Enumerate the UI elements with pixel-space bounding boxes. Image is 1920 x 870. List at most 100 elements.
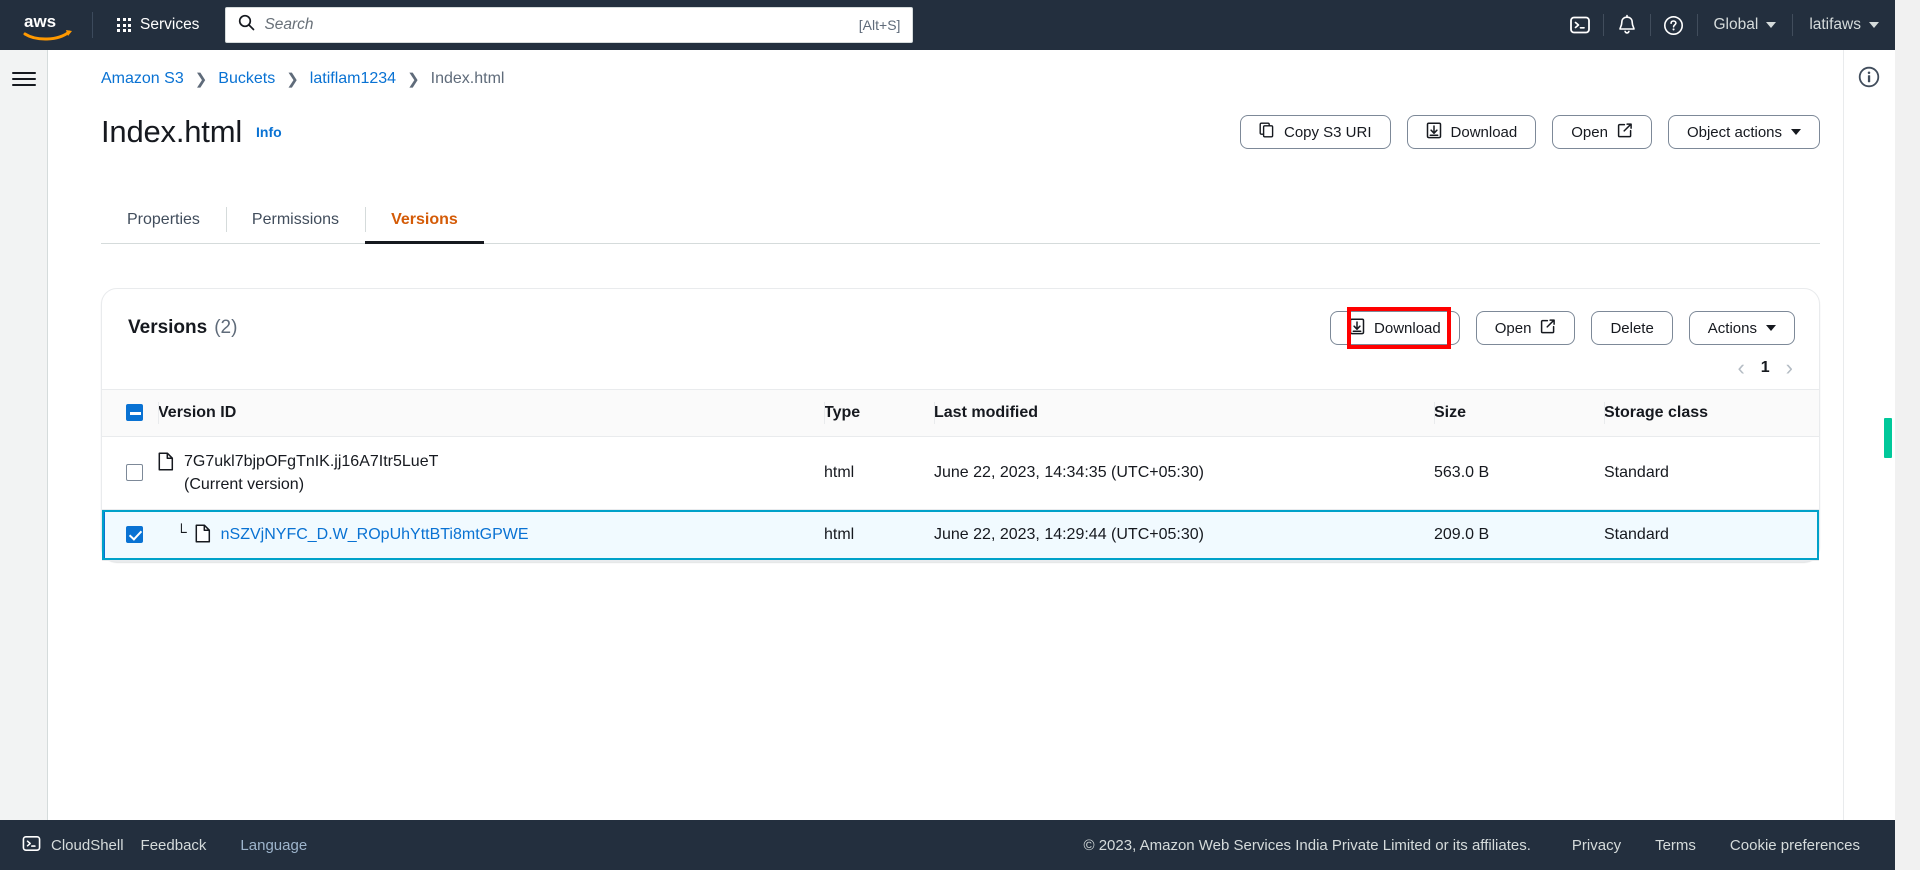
open-button[interactable]: Open [1552,115,1652,149]
column-header-storage-class[interactable]: Storage class [1604,389,1819,437]
hamburger-menu-icon[interactable] [12,68,36,90]
tab-permissions-label: Permissions [251,210,340,228]
grid-icon [117,18,131,32]
versions-actions-label: Actions [1707,319,1757,337]
cloudshell-icon[interactable] [1557,0,1603,50]
versions-count: (2) [214,317,238,338]
cloudshell-button[interactable]: CloudShell [18,834,124,857]
versions-table: Version ID Type Last modified Size Stora… [102,389,1819,561]
tab-properties[interactable]: Properties [101,196,226,243]
object-actions-label: Object actions [1686,123,1782,141]
cookie-preferences-link[interactable]: Cookie preferences [1713,837,1877,854]
versions-table-header: Version ID Type Last modified Size Stora… [102,389,1819,437]
global-search-box[interactable]: [Alt+S] [225,7,914,43]
services-label: Services [140,16,200,33]
versions-actions-button[interactable]: Actions [1688,311,1795,345]
search-icon [238,14,255,36]
external-link-icon [1617,122,1633,142]
row-last-modified-cell: June 22, 2023, 14:29:44 (UTC+05:30) [934,509,1434,561]
tab-permissions[interactable]: Permissions [225,196,365,243]
download-button[interactable]: Download [1406,115,1537,149]
row-size-cell: 209.0 B [1434,509,1604,561]
column-header-last-modified[interactable]: Last modified [934,389,1434,437]
page-footer: CloudShell Feedback Language © 2023, Ama… [0,820,1895,870]
row-last-modified-cell: June 22, 2023, 14:34:35 (UTC+05:30) [934,436,1434,511]
chevron-down-icon [1869,22,1879,28]
region-selector[interactable]: Global [1698,0,1793,50]
versions-delete-button[interactable]: Delete [1591,311,1673,345]
breadcrumb-item-amazon-s3[interactable]: Amazon S3 [101,70,184,88]
row-checkbox[interactable] [126,464,143,482]
copy-s3-uri-label: Copy S3 URI [1283,123,1372,141]
search-shortcut-hint: [Alt+S] [858,17,901,33]
row-select-cell [102,436,158,511]
version-id-link[interactable]: nSZVjNYFC_D.W_ROpUhYttBTi8mtGPWE [221,526,529,543]
external-link-icon [1540,318,1556,338]
versions-download-label: Download [1374,319,1441,337]
page-scrollbar[interactable] [1895,0,1920,870]
breadcrumb: Amazon S3 ❯ Buckets ❯ latiflam1234 ❯ Ind… [49,50,1842,88]
versions-action-buttons: Download Open Delete Actions [1330,307,1795,349]
pagination-current-page[interactable]: 1 [1761,359,1770,377]
file-icon [195,523,211,543]
chevron-down-icon [1766,22,1777,28]
feedback-link[interactable]: Feedback [124,837,224,854]
object-actions-button[interactable]: Object actions [1667,115,1820,149]
tab-properties-label: Properties [127,210,200,228]
bell-icon[interactable] [1604,0,1650,50]
account-label: latifaws [1809,16,1861,33]
versions-card-header: Versions (2) Download Open Delete Action… [102,289,1819,349]
copy-s3-uri-button[interactable]: Copy S3 URI [1239,115,1391,149]
footer-right-links: © 2023, Amazon Web Services India Privat… [1084,837,1896,854]
file-icon [158,450,174,471]
breadcrumb-separator-icon: ❯ [194,71,208,88]
table-row[interactable]: 7G7ukl7bjpOFgTnIK.jj16A7Itr5LueT (Curren… [102,436,1819,511]
region-label: Global [1713,16,1759,33]
breadcrumb-item-buckets[interactable]: Buckets [218,70,275,88]
info-icon[interactable] [1856,64,1882,90]
language-link[interactable]: Language [223,837,324,854]
pagination-prev-button[interactable]: ‹ [1737,357,1744,379]
table-row[interactable]: └ nSZVjNYFC_D.W_ROpUhYttBTi8mtGPWE html … [102,509,1819,561]
versions-card: Versions (2) Download Open Delete Action… [101,288,1820,562]
versions-open-button[interactable]: Open [1475,311,1576,345]
left-navigation-rail [0,50,48,820]
scroll-position-marker [1884,418,1892,458]
column-header-size[interactable]: Size [1434,389,1604,437]
column-header-version-id[interactable]: Version ID [158,389,824,437]
info-link[interactable]: Info [256,124,282,140]
download-icon [1349,317,1365,339]
tab-versions[interactable]: Versions [365,196,484,244]
services-menu-button[interactable]: Services [107,10,209,40]
select-all-checkbox[interactable] [126,404,143,422]
nav-right-cluster: Global latifaws [1557,0,1896,50]
terms-link[interactable]: Terms [1638,837,1713,854]
chevron-down-icon [1791,129,1801,135]
question-circle-icon[interactable] [1651,0,1697,50]
account-menu[interactable]: latifaws [1793,0,1895,50]
global-navigation-bar: aws Services [Alt+S] [0,0,1895,50]
cloudshell-label: CloudShell [51,836,124,854]
breadcrumb-item-bucket[interactable]: latiflam1234 [310,70,396,88]
open-label: Open [1571,123,1608,141]
pagination-next-button[interactable]: › [1786,357,1793,379]
aws-logo[interactable]: aws [22,11,78,41]
cloudshell-icon [22,834,41,857]
breadcrumb-separator-icon: ❯ [286,71,299,88]
breadcrumb-separator-icon: ❯ [407,71,420,88]
versions-pagination: ‹ 1 › [102,345,1819,389]
column-header-type[interactable]: Type [824,389,934,437]
versions-download-button[interactable]: Download [1330,311,1460,345]
privacy-link[interactable]: Privacy [1555,837,1638,854]
svg-text:aws: aws [24,12,56,31]
select-all-header [102,389,158,437]
breadcrumb-item-current: Index.html [430,70,505,87]
row-checkbox[interactable] [126,526,143,544]
table-header-row: Version ID Type Last modified Size Stora… [102,389,1819,437]
row-version-id-cell: 7G7ukl7bjpOFgTnIK.jj16A7Itr5LueT (Curren… [158,436,824,511]
aws-console-page: aws Services [Alt+S] [0,0,1920,870]
copy-icon [1259,122,1275,142]
versions-open-label: Open [1494,319,1532,337]
search-input[interactable] [264,16,859,34]
versions-delete-label: Delete [1610,319,1654,337]
